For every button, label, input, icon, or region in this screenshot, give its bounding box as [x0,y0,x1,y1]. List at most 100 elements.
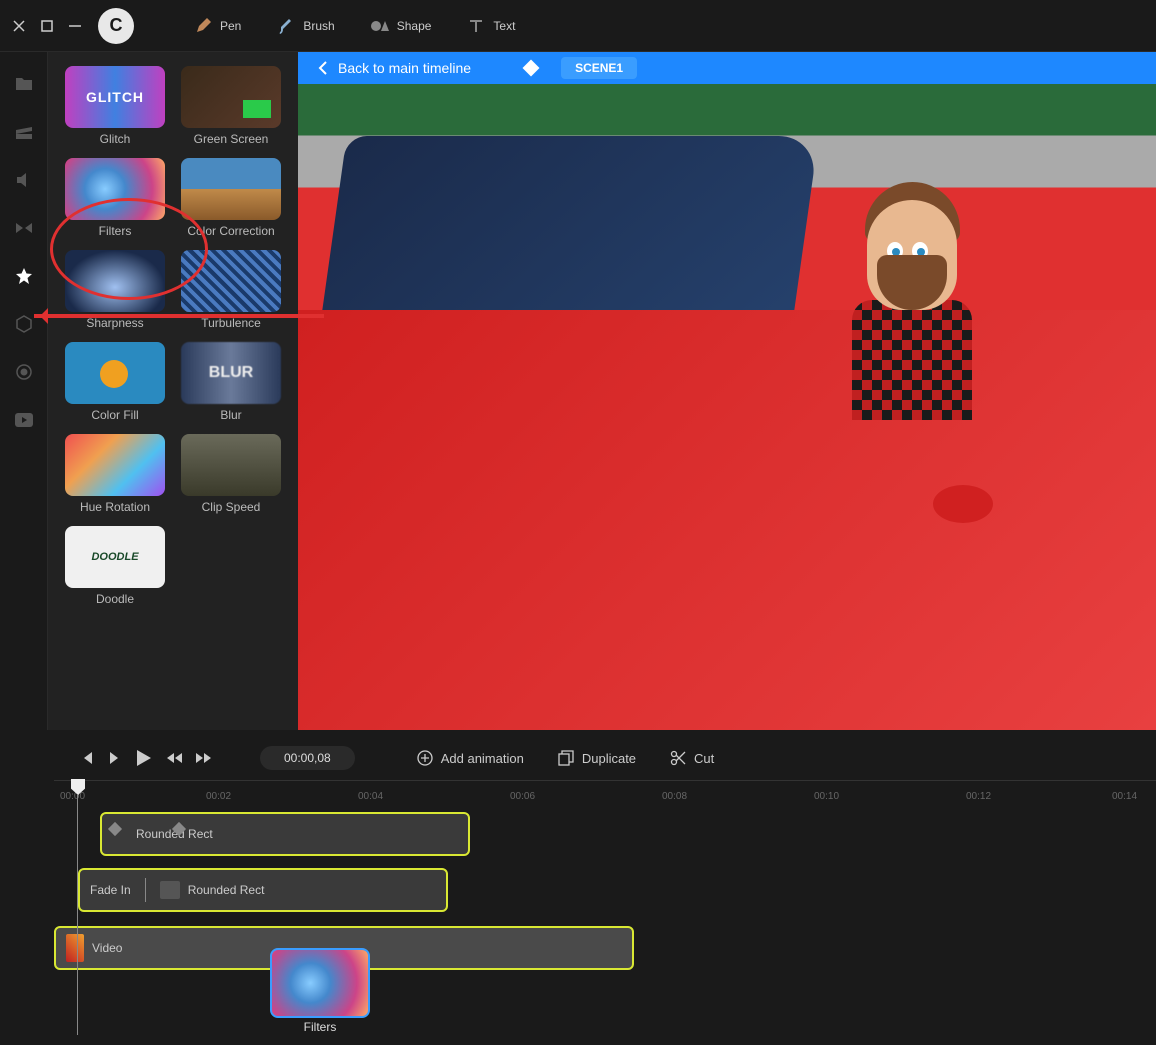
scene-name-tag[interactable]: SCENE1 [561,57,637,79]
tick-label: 00:08 [662,791,687,802]
effect-thumbnail [65,434,165,496]
minimize-icon[interactable] [68,19,82,33]
rewind-button[interactable] [166,752,182,764]
preview-character [847,200,1087,588]
track-clip-rounded-rect-2[interactable]: Fade In Rounded Rect [78,868,448,912]
effect-thumbnail [65,342,165,404]
effect-filters[interactable]: Filters [64,158,166,238]
effect-doodle[interactable]: DOODLE Doodle [64,526,166,606]
effect-blur[interactable]: BLUR Blur [180,342,282,422]
effect-label: Glitch [100,132,131,146]
effect-sharpness[interactable]: Sharpness [64,250,166,330]
record-icon[interactable] [14,362,34,382]
folder-icon[interactable] [14,74,34,94]
effect-turbulence[interactable]: Turbulence [180,250,282,330]
cut-label: Cut [694,751,714,766]
pen-tool[interactable]: Pen [194,17,241,35]
pen-label: Pen [220,19,241,33]
youtube-icon[interactable] [14,410,34,430]
effect-label: Blur [220,408,241,422]
time-display[interactable]: 00:00,08 [260,746,355,770]
clip-thumbnail [160,881,180,899]
effect-label: Turbulence [201,316,261,330]
close-icon[interactable] [12,19,26,33]
skip-back-button[interactable] [80,751,94,765]
scene-bar: Back to main timeline SCENE1 [298,52,1156,84]
app-logo[interactable]: C [98,8,134,44]
effect-thumbnail [181,66,281,128]
effect-label: Green Screen [194,132,269,146]
keyframe-icon[interactable] [108,822,122,836]
effect-label: Clip Speed [202,500,261,514]
effect-thumbnail: GLITCH [65,66,165,128]
scissors-icon [670,750,686,766]
effects-grid: GLITCH Glitch Green Screen Filters Color… [64,66,282,606]
playback-bar: 00:00,08 Add animation Duplicate Cut [0,736,1156,780]
titlebar: C Pen Brush Shape Text [0,0,1156,52]
add-animation-button[interactable]: Add animation [417,750,524,766]
effect-label: Color Fill [91,408,138,422]
brush-icon [277,17,295,35]
main-content: GLITCH Glitch Green Screen Filters Color… [0,52,1156,730]
playhead-line [77,795,78,1035]
text-tool[interactable]: Text [467,17,515,35]
track-clip-rounded-rect-1[interactable]: Rounded Rect [100,812,470,856]
effect-label: Filters [99,224,132,238]
clip-thumbnail [66,934,84,962]
effect-color-correction[interactable]: Color Correction [180,158,282,238]
effect-hue-rotation[interactable]: Hue Rotation [64,434,166,514]
clapper-icon[interactable] [14,122,34,142]
effect-clip-speed[interactable]: Clip Speed [180,434,282,514]
tick-label: 00:14 [1112,791,1137,802]
shape-icon [371,17,389,35]
tick-label: 00:12 [966,791,991,802]
maximize-icon[interactable] [40,19,54,33]
duplicate-button[interactable]: Duplicate [558,750,636,766]
keyframe-diamond-icon[interactable] [523,60,540,77]
back-arrow-icon [318,61,328,75]
clip-label: Rounded Rect [188,883,265,897]
drag-preview-filters[interactable]: Filters [270,948,370,1018]
left-icon-rail [0,52,48,730]
effect-label: Color Correction [187,224,274,238]
effect-glitch[interactable]: GLITCH Glitch [64,66,166,146]
cut-button[interactable]: Cut [670,750,714,766]
hexagon-icon[interactable] [14,314,34,334]
timeline-ruler[interactable]: 00:00 00:02 00:04 00:06 00:08 00:10 00:1… [54,780,1156,808]
tick-label: 00:10 [814,791,839,802]
logo-glyph: C [110,15,123,36]
duplicate-icon [558,750,574,766]
playback-controls [80,749,212,767]
window-controls [12,19,82,33]
transition-icon[interactable] [14,218,34,238]
brush-tool[interactable]: Brush [277,17,334,35]
speaker-icon[interactable] [14,170,34,190]
preview-area: Back to main timeline SCENE1 [298,52,1156,730]
brush-label: Brush [303,19,334,33]
effect-thumbnail [181,158,281,220]
shape-label: Shape [397,19,432,33]
tick-label: 00:02 [206,791,231,802]
skip-forward-button[interactable] [108,751,122,765]
effect-thumbnail: BLUR [181,342,281,404]
plus-circle-icon [417,750,433,766]
shape-tool[interactable]: Shape [371,17,432,35]
effect-thumbnail: DOODLE [65,526,165,588]
effect-label: Hue Rotation [80,500,150,514]
fast-forward-button[interactable] [196,752,212,764]
fade-in-label: Fade In [90,883,131,897]
pen-icon [194,17,212,35]
effect-label: Sharpness [86,316,143,330]
effect-green-screen[interactable]: Green Screen [180,66,282,146]
effect-thumbnail [181,434,281,496]
timeline-area: 00:00,08 Add animation Duplicate Cut 00:… [0,730,1156,808]
effect-color-fill[interactable]: Color Fill [64,342,166,422]
video-preview[interactable] [298,84,1156,730]
draw-tools: Pen Brush Shape Text [194,17,515,35]
tick-label: 00:04 [358,791,383,802]
back-to-timeline-button[interactable]: Back to main timeline [318,60,471,76]
effect-thumbnail [65,158,165,220]
play-button[interactable] [136,749,152,767]
clip-label: Video [92,941,122,955]
star-icon[interactable] [14,266,34,286]
